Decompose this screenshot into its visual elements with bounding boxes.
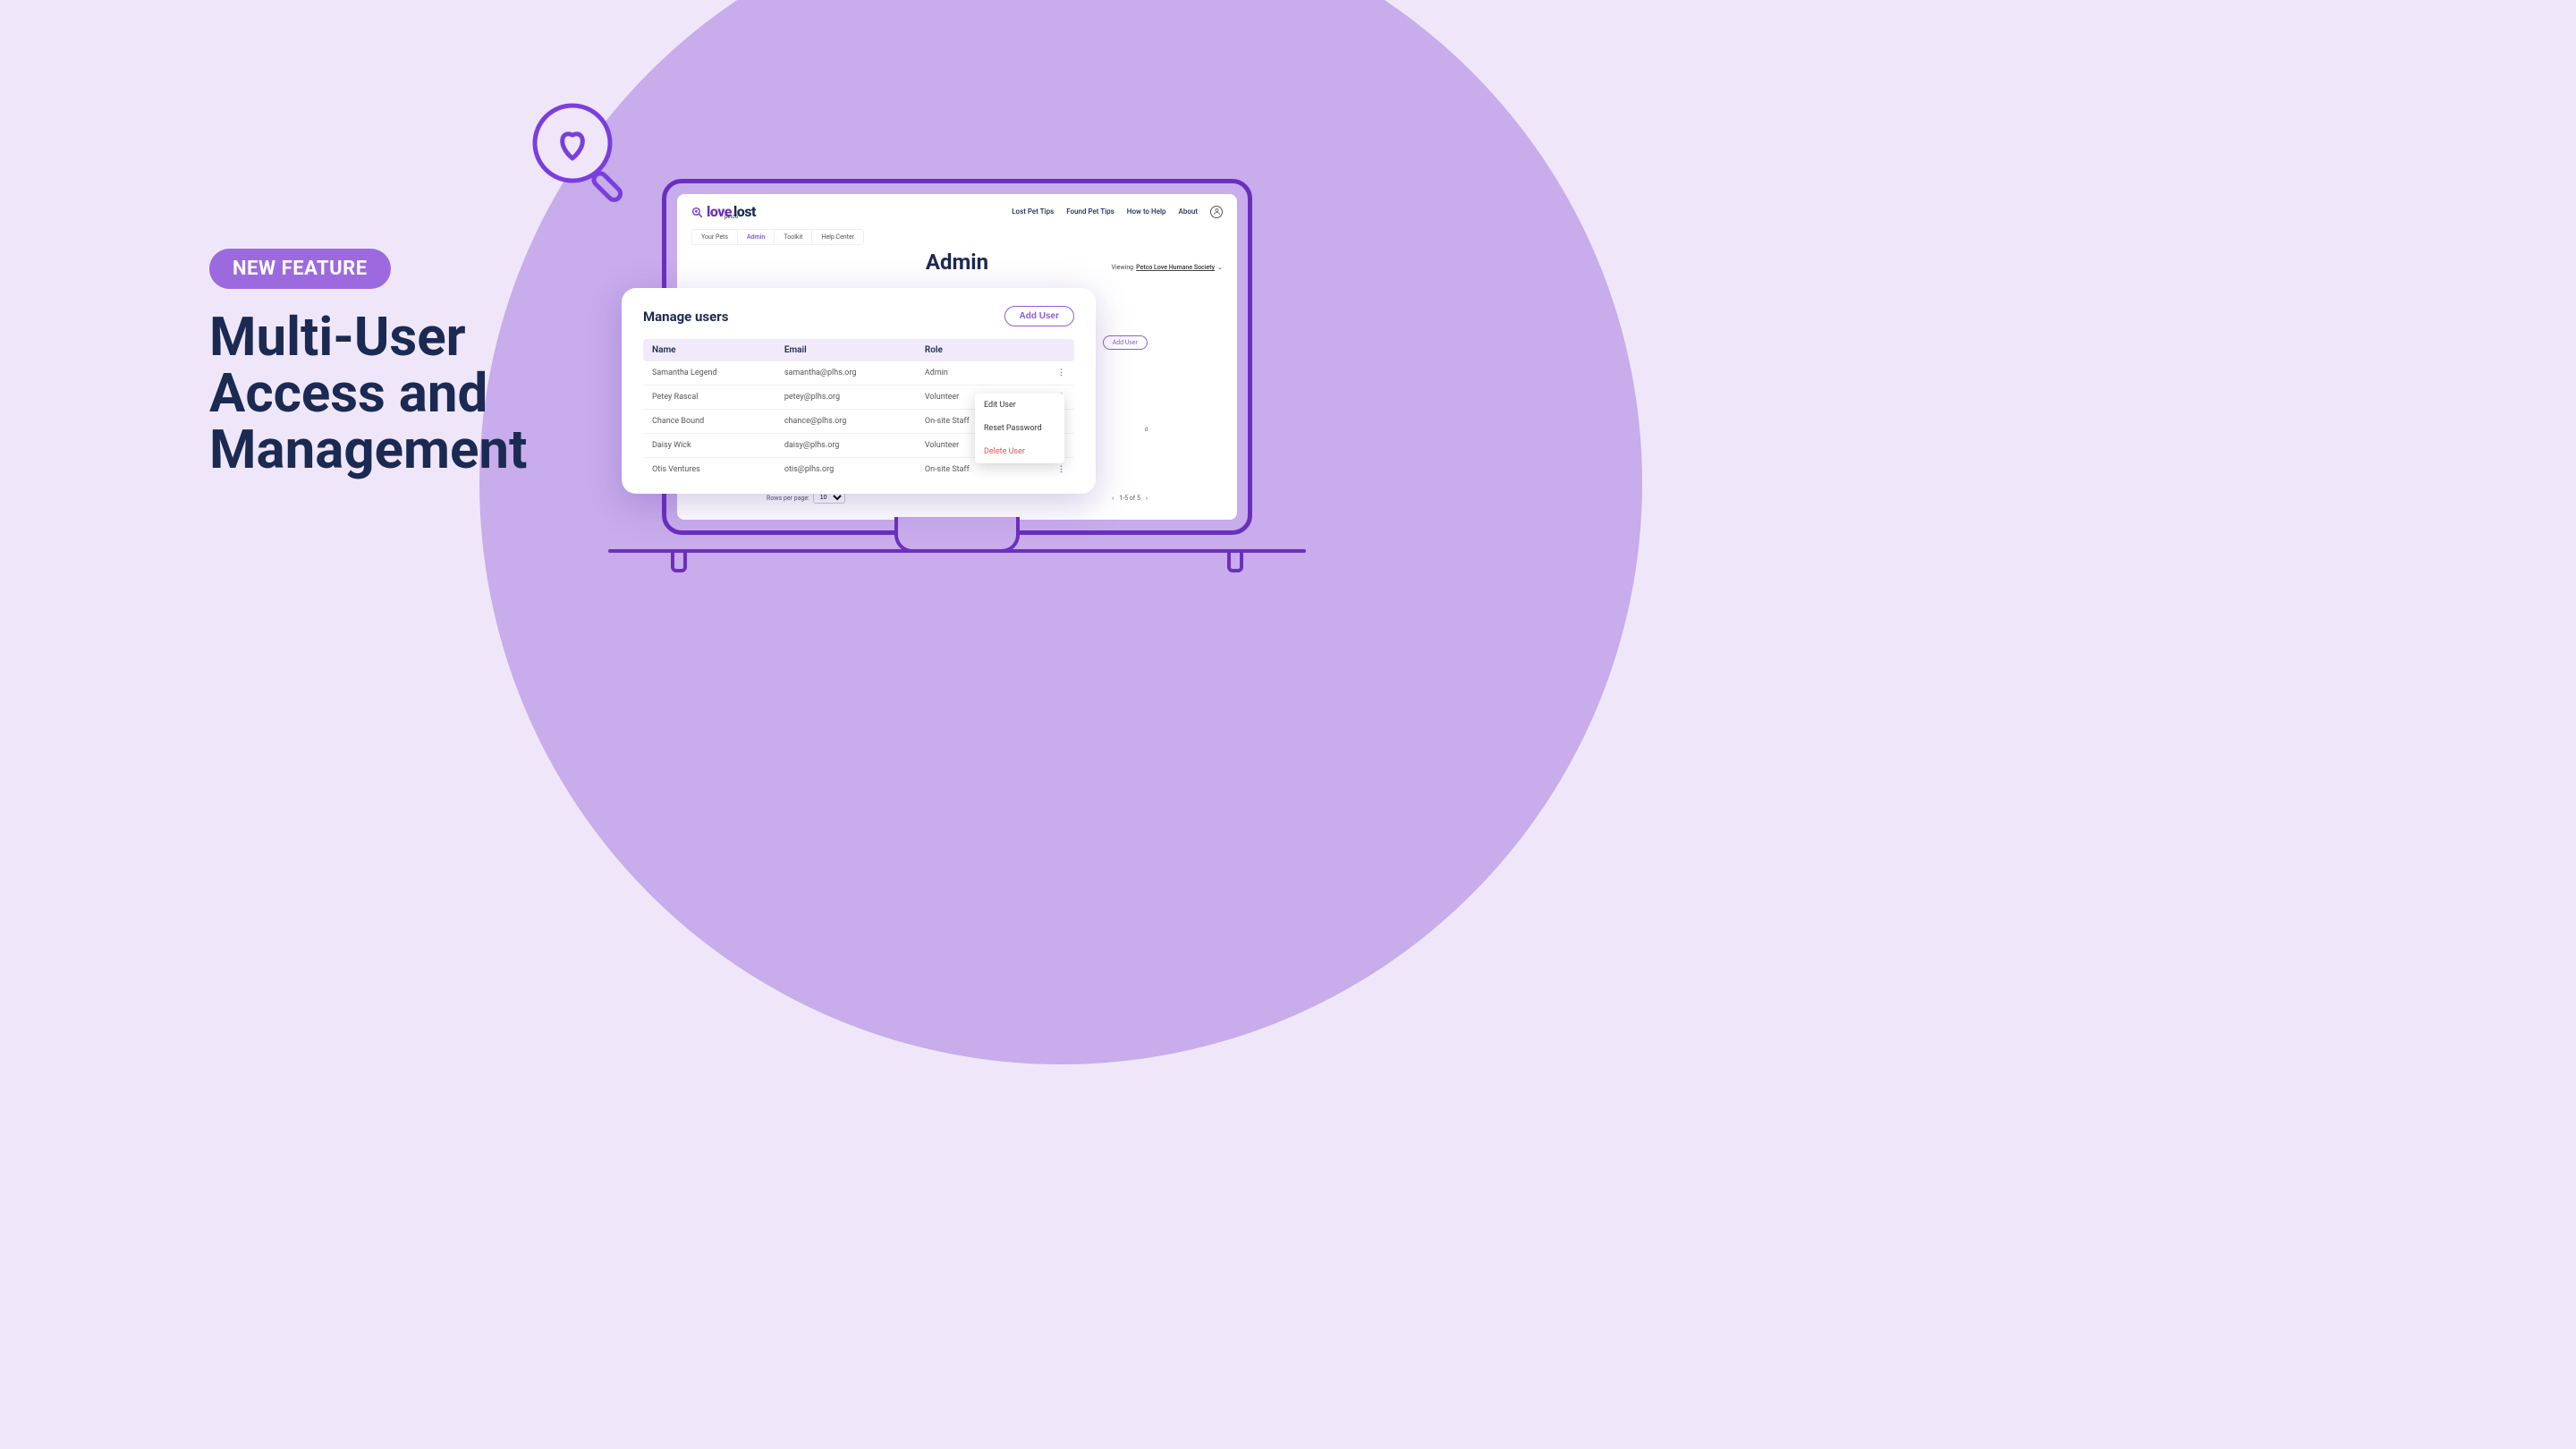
primary-nav: Lost Pet Tips Found Pet Tips How to Help…: [1012, 208, 1198, 216]
logo-petco-text: petco: [724, 214, 738, 220]
cell-name: Daisy Wick: [652, 441, 784, 450]
nav-how-to-help[interactable]: How to Help: [1127, 208, 1166, 216]
row-context-menu: Edit User Reset Password Delete User: [975, 394, 1064, 463]
chevron-down-icon: ⌄: [1217, 264, 1223, 271]
cell-role: On-site Staff: [925, 465, 1049, 474]
background-row-fragment: d: [1145, 427, 1148, 433]
page-prev[interactable]: ‹: [1112, 495, 1114, 502]
background-add-user-button[interactable]: Add User: [1103, 335, 1148, 350]
cell-email: petey@plhs.org: [784, 393, 925, 402]
app-header: petco lovelost Lost Pet Tips Found Pet T…: [677, 194, 1237, 225]
menu-reset-password[interactable]: Reset Password: [975, 417, 1064, 440]
tab-toolkit[interactable]: Toolkit: [775, 230, 812, 244]
rows-per-page-label: Rows per page:: [767, 495, 809, 502]
card-title: Manage users: [643, 309, 728, 325]
nav-lost-pet-tips[interactable]: Lost Pet Tips: [1012, 208, 1054, 216]
cell-name: Otis Ventures: [652, 465, 784, 474]
nav-about[interactable]: About: [1179, 208, 1198, 216]
logo-search-heart-icon: [691, 207, 703, 222]
secondary-tabs: Your Pets Admin Toolkit Help Center: [691, 229, 864, 245]
promo-headline: Multi-User Access and Management: [209, 309, 585, 478]
menu-edit-user[interactable]: Edit User: [975, 394, 1064, 417]
menu-delete-user[interactable]: Delete User: [975, 440, 1064, 463]
col-name: Name: [652, 345, 784, 355]
table-row: Samantha Legend samantha@plhs.org Admin …: [643, 361, 1074, 386]
cell-name: Samantha Legend: [652, 369, 784, 377]
cell-name: Chance Bound: [652, 417, 784, 426]
col-email: Email: [784, 345, 925, 355]
org-switcher[interactable]: Viewing Petco Love Humane Society ⌄: [1111, 264, 1223, 271]
add-user-button[interactable]: Add User: [1004, 306, 1074, 326]
cell-name: Petey Rascal: [652, 393, 784, 402]
cell-role: Admin: [925, 369, 1049, 377]
page-title: Admin: [926, 250, 988, 275]
app-logo[interactable]: petco lovelost: [691, 203, 756, 220]
row-menu-icon[interactable]: ⋮: [1049, 369, 1065, 377]
magnifier-heart-icon: [532, 103, 640, 210]
cell-email: otis@plhs.org: [784, 465, 925, 474]
cell-email: samantha@plhs.org: [784, 369, 925, 377]
nav-found-pet-tips[interactable]: Found Pet Tips: [1066, 208, 1114, 216]
profile-icon[interactable]: [1210, 206, 1223, 218]
table-header: Name Email Role: [643, 339, 1074, 361]
tab-admin[interactable]: Admin: [738, 230, 775, 244]
new-feature-badge: NEW FEATURE: [209, 249, 391, 289]
cell-email: daisy@plhs.org: [784, 441, 925, 450]
page-range: 1-5 of 5: [1119, 495, 1140, 502]
cell-email: chance@plhs.org: [784, 417, 925, 426]
tab-your-pets[interactable]: Your Pets: [692, 230, 738, 244]
row-menu-icon[interactable]: ⋮: [1049, 465, 1065, 474]
page-next[interactable]: ›: [1146, 495, 1148, 502]
col-role: Role: [925, 345, 1049, 355]
tab-help-center[interactable]: Help Center: [812, 230, 863, 244]
